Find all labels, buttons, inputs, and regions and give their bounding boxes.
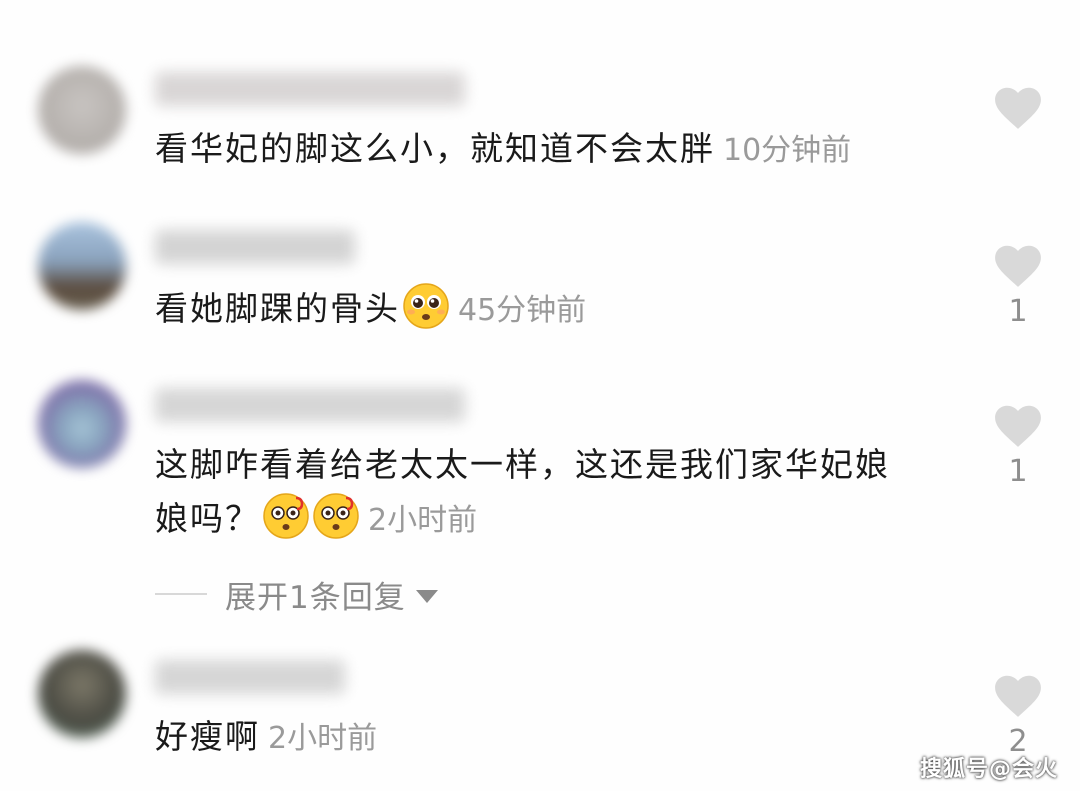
watermark: 搜狐号@会火	[919, 757, 1058, 782]
comment-time: 2小时前	[368, 503, 478, 538]
heart-icon	[995, 87, 1041, 129]
comment-body: 好瘦啊	[155, 717, 260, 756]
comment-body-line1: 这脚咋看着给老太太一样，这还是我们家华妃娘	[155, 445, 890, 484]
avatar[interactable]	[38, 222, 126, 310]
heart-icon	[995, 675, 1041, 717]
comment-list: 看华妃的脚这么小，就知道不会太胖 10分钟前 看她脚踝的骨头 45分钟前 1 这…	[0, 0, 1080, 791]
comment-text: 看华妃的脚这么小，就知道不会太胖 10分钟前	[155, 124, 851, 176]
like-button[interactable]: 2	[990, 674, 1046, 760]
divider-line	[155, 593, 207, 595]
expand-replies-button[interactable]: 展开1条回复	[155, 572, 438, 616]
comment-text: 好瘦啊 2小时前	[155, 712, 377, 764]
like-button[interactable]: 1	[990, 244, 1046, 330]
heart-icon	[995, 245, 1041, 287]
like-count	[990, 136, 1046, 172]
username-blurred[interactable]	[155, 388, 465, 422]
dizzy-face-emoji	[313, 493, 359, 539]
heart-icon	[995, 405, 1041, 447]
dizzy-face-emoji	[263, 493, 309, 539]
comment-text: 这脚咋看着给老太太一样，这还是我们家华妃娘	[155, 440, 890, 490]
comment-text: 娘吗？ 2小时前	[155, 492, 477, 546]
like-count: 1	[1008, 454, 1028, 489]
caret-down-icon	[415, 589, 438, 603]
username-blurred[interactable]	[155, 230, 355, 264]
like-button[interactable]: 1	[990, 404, 1046, 490]
comment-text: 看她脚踝的骨头 45分钟前	[155, 282, 586, 336]
comment-time: 2小时前	[268, 721, 378, 756]
avatar[interactable]	[38, 66, 126, 154]
comment-body: 看华妃的脚这么小，就知道不会太胖	[155, 129, 715, 168]
like-count: 1	[1008, 294, 1028, 329]
pleading-face-emoji	[403, 283, 449, 329]
avatar[interactable]	[38, 650, 126, 738]
avatar[interactable]	[38, 380, 126, 468]
comment-body: 看她脚踝的骨头	[155, 289, 400, 328]
username-blurred[interactable]	[155, 72, 465, 106]
like-button[interactable]	[990, 86, 1046, 172]
expand-replies-label: 展开1条回复	[225, 579, 406, 616]
comment-body-line2: 娘吗？	[155, 499, 260, 538]
comment-time: 45分钟前	[458, 293, 587, 328]
comment-time: 10分钟前	[723, 133, 852, 168]
username-blurred[interactable]	[155, 660, 345, 694]
